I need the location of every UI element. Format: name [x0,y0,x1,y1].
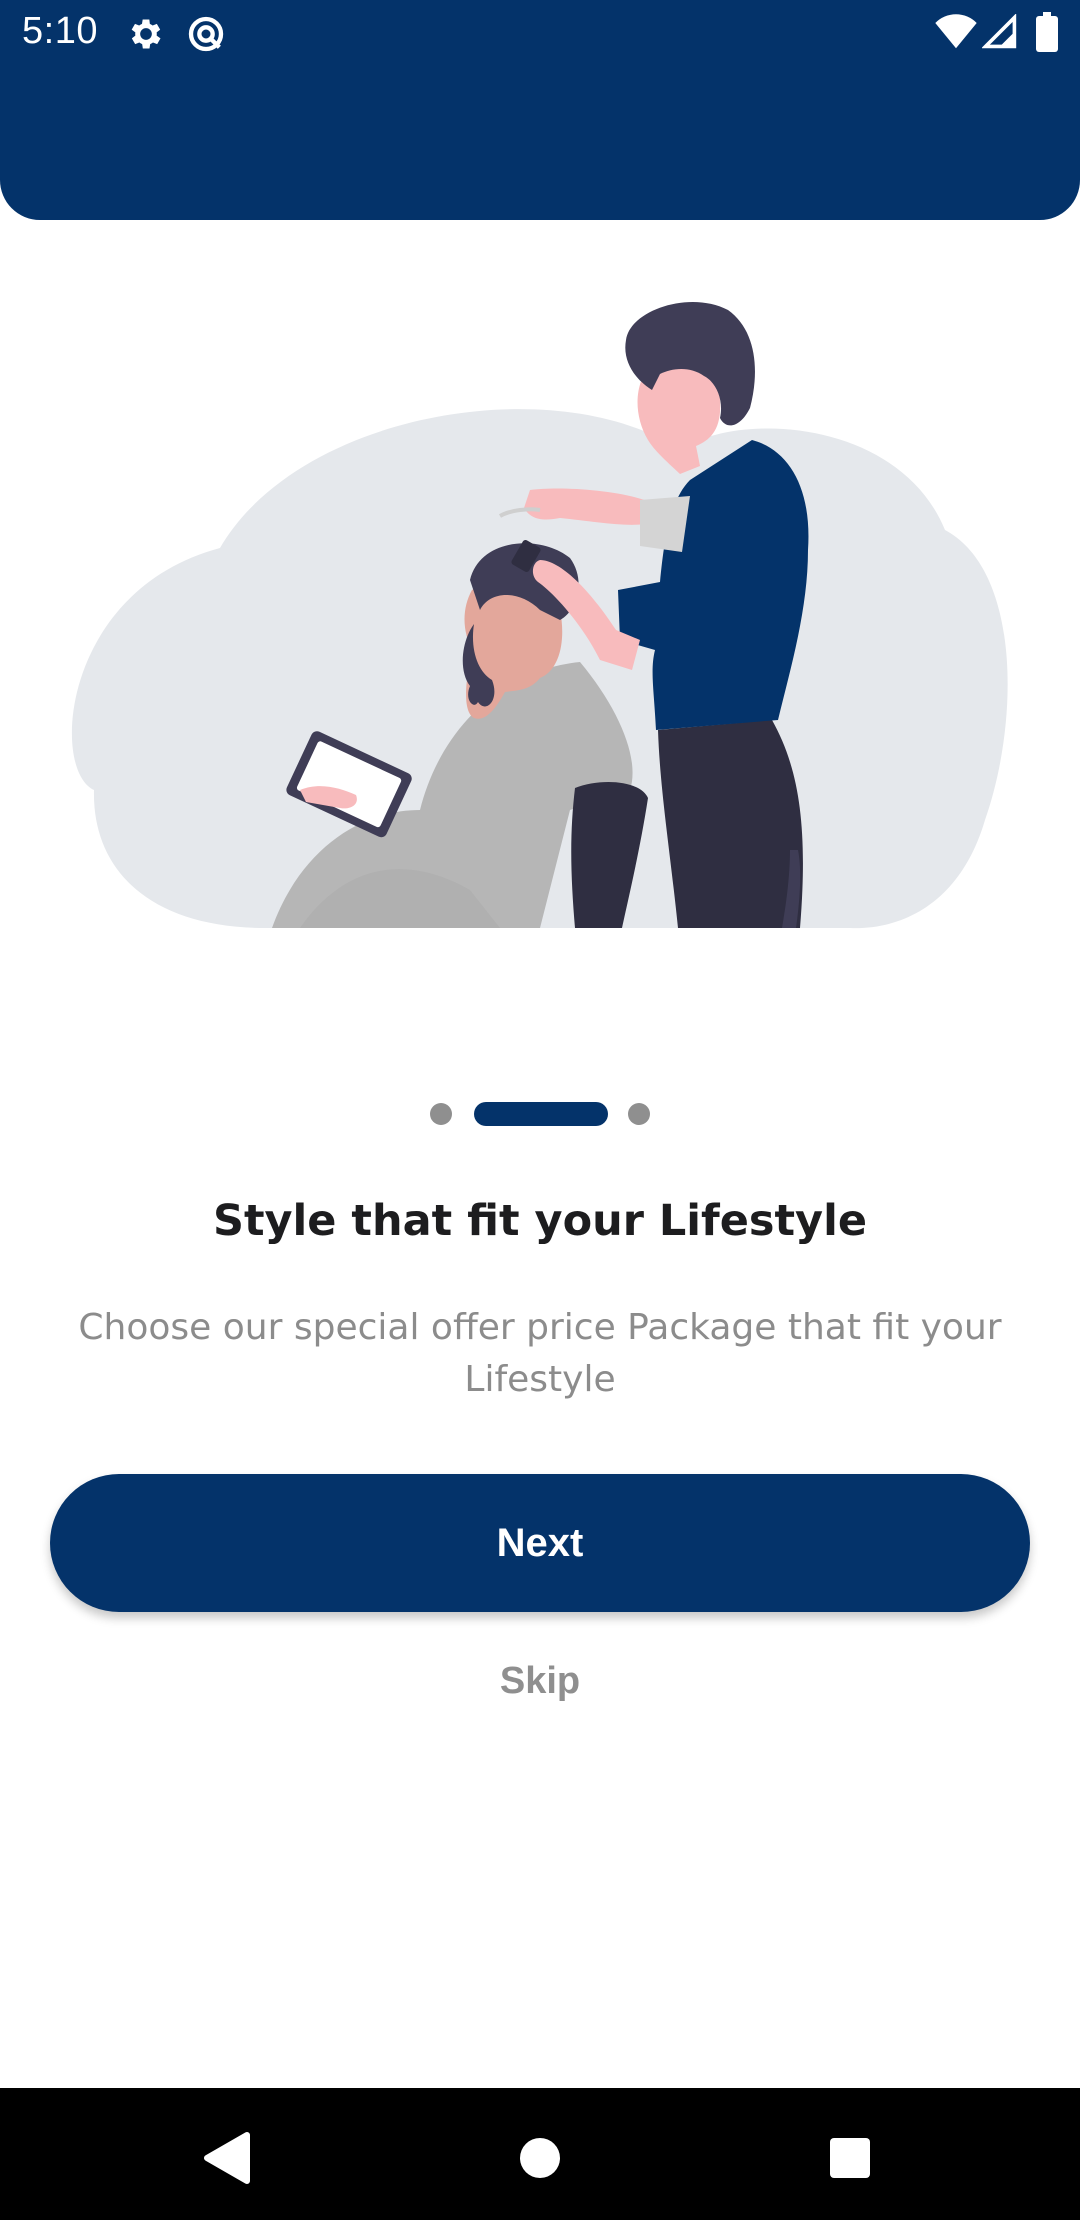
barber-illustration [0,290,1080,950]
sync-icon [186,14,226,59]
page-dot-3[interactable] [628,1103,650,1125]
wifi-icon [934,14,978,55]
back-icon[interactable] [186,2118,266,2198]
navigation-bar [0,2088,1080,2220]
gear-icon [126,14,166,59]
page-indicator [0,1100,1080,1128]
battery-icon [1036,12,1058,57]
recents-icon[interactable] [810,2118,890,2198]
status-bar: 5:10 [0,0,1080,66]
page-dot-1[interactable] [430,1103,452,1125]
onboarding-subtitle: Choose our special offer price Package t… [78,1307,1002,1400]
home-icon[interactable] [500,2118,580,2198]
status-time: 5:10 [22,10,98,52]
onboarding-title: Style that fit your Lifestyle [213,1196,867,1246]
page-dot-2-active[interactable] [474,1102,608,1126]
next-button[interactable]: Next [50,1474,1030,1612]
signal-icon [981,13,1018,55]
skip-button[interactable]: Skip [390,1646,690,1716]
